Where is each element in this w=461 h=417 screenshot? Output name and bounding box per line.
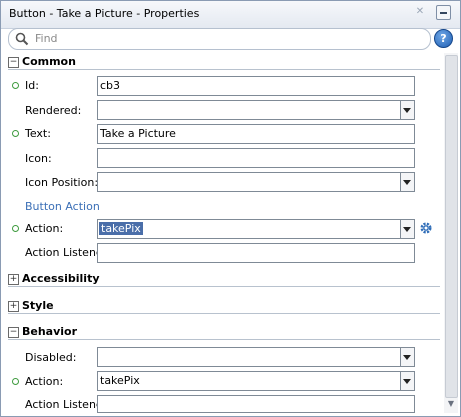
close-icon[interactable]: ✕ — [414, 6, 426, 18]
id-label: Id: — [25, 79, 39, 92]
action-listener-field[interactable] — [97, 243, 415, 263]
text-field[interactable]: Take a Picture — [97, 124, 415, 144]
scrollbar-thumb[interactable] — [445, 55, 458, 398]
required-indicator-icon — [12, 82, 19, 89]
button-action-heading: Button Action — [25, 200, 100, 213]
gear-icon[interactable] — [419, 221, 433, 235]
disabled-select[interactable] — [97, 347, 401, 367]
icon-position-label: Icon Position: — [25, 176, 99, 189]
section-divider — [8, 313, 440, 314]
icon-field[interactable] — [97, 148, 415, 168]
scroll-down-icon[interactable]: ▼ — [445, 398, 457, 410]
icon-position-dropdown-button[interactable] — [401, 172, 415, 192]
behavior-action-dropdown-button[interactable] — [401, 371, 415, 391]
required-indicator-icon — [12, 225, 19, 232]
behavior-action-select[interactable]: takePix — [97, 371, 401, 391]
required-indicator-icon — [12, 130, 19, 137]
required-indicator-icon — [12, 378, 19, 385]
action-label: Action: — [25, 222, 64, 235]
action-dropdown-button[interactable] — [401, 219, 415, 239]
find-placeholder: Find — [35, 32, 58, 45]
window-title: Button - Take a Picture - Properties — [9, 7, 200, 20]
help-icon[interactable]: ? — [434, 29, 453, 48]
icon-position-select[interactable] — [97, 172, 401, 192]
properties-panel: Button - Take a Picture - Properties ✕ F… — [0, 0, 461, 417]
section-divider — [8, 69, 440, 70]
disabled-dropdown-button[interactable] — [401, 347, 415, 367]
action-select[interactable]: takePix — [97, 219, 401, 239]
behavior-action-listener-field[interactable] — [97, 395, 415, 413]
collapse-icon[interactable]: − — [8, 57, 19, 68]
find-field[interactable]: Find — [8, 28, 431, 50]
disabled-label: Disabled: — [25, 351, 77, 364]
collapse-icon[interactable]: − — [8, 327, 19, 338]
text-label: Text: — [25, 127, 51, 140]
rendered-label: Rendered: — [25, 104, 82, 117]
behavior-action-label: Action: — [25, 375, 64, 388]
section-divider — [8, 286, 440, 287]
expand-icon[interactable]: + — [8, 274, 19, 285]
icon-label: Icon: — [25, 152, 52, 165]
search-icon — [15, 32, 29, 46]
expand-icon[interactable]: + — [8, 301, 19, 312]
title-bar: Button - Take a Picture - Properties ✕ — [1, 1, 460, 29]
vertical-scrollbar[interactable]: ▼ — [444, 53, 458, 413]
rendered-select[interactable] — [97, 100, 401, 120]
section-divider — [8, 339, 440, 340]
rendered-dropdown-button[interactable] — [401, 100, 415, 120]
minimize-button[interactable] — [436, 5, 451, 20]
id-field[interactable]: cb3 — [97, 76, 415, 96]
